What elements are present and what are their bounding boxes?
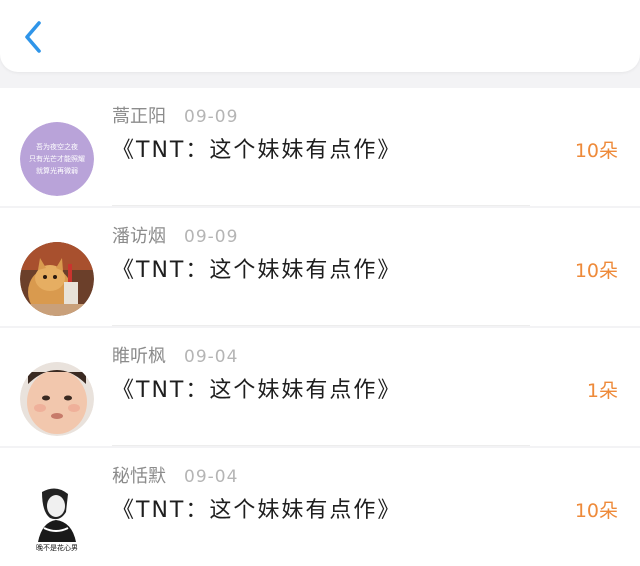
name-line: 秘恬默 09-04	[112, 462, 238, 490]
chevron-left-icon	[25, 21, 41, 53]
name-line: 蒿正阳 09-09	[112, 102, 238, 130]
top-navigation-bar	[0, 0, 640, 72]
avatar-caption-line: 晚不是花心男	[36, 543, 78, 552]
user-name[interactable]: 潘访烟	[112, 222, 166, 248]
name-line: 睢听枫 09-04	[112, 342, 238, 370]
avatar-caption-line: 吾为夜空之夜	[36, 142, 78, 151]
avatar-image: 吾为夜空之夜 只有光芒才能照耀 就算光再微弱	[20, 122, 94, 196]
avatar-image	[20, 362, 94, 436]
avatar-caption-line: 只有光芒才能照耀	[29, 154, 85, 163]
row-divider	[112, 205, 530, 206]
avatar[interactable]	[20, 362, 94, 436]
avatar-image: 晚不是花心男	[20, 482, 94, 556]
row-divider	[112, 445, 530, 446]
gift-record-list: 吾为夜空之夜 只有光芒才能照耀 就算光再微弱 蒿正阳 09-09 《TNT：这个…	[0, 88, 640, 566]
avatar[interactable]	[20, 242, 94, 316]
list-item[interactable]: 睢听枫 09-04 《TNT：这个妹妹有点作》 1朵	[0, 328, 640, 446]
book-title[interactable]: 《TNT：这个妹妹有点作》	[112, 132, 401, 164]
book-title[interactable]: 《TNT：这个妹妹有点作》	[112, 372, 401, 404]
gift-amount: 10朵	[574, 500, 618, 522]
user-name[interactable]: 蒿正阳	[112, 102, 166, 128]
avatar[interactable]: 吾为夜空之夜 只有光芒才能照耀 就算光再微弱	[20, 122, 94, 196]
row-divider	[112, 325, 530, 326]
avatar-image	[20, 242, 94, 316]
gift-date: 09-04	[184, 467, 239, 487]
avatar[interactable]: 晚不是花心男	[20, 482, 94, 556]
list-item[interactable]: 潘访烟 09-09 《TNT：这个妹妹有点作》 10朵	[0, 208, 640, 326]
list-item[interactable]: 晚不是花心男 秘恬默 09-04 《TNT：这个妹妹有点作》 10朵	[0, 448, 640, 566]
gift-amount: 10朵	[574, 260, 618, 282]
book-title[interactable]: 《TNT：这个妹妹有点作》	[112, 252, 401, 284]
user-name[interactable]: 睢听枫	[112, 342, 166, 368]
name-line: 潘访烟 09-09	[112, 222, 238, 250]
avatar-caption-line: 就算光再微弱	[36, 166, 78, 175]
list-item[interactable]: 吾为夜空之夜 只有光芒才能照耀 就算光再微弱 蒿正阳 09-09 《TNT：这个…	[0, 88, 640, 206]
book-title[interactable]: 《TNT：这个妹妹有点作》	[112, 492, 401, 524]
gift-amount: 1朵	[586, 380, 618, 402]
back-button[interactable]	[18, 20, 48, 54]
gift-amount: 10朵	[574, 140, 618, 162]
gift-date: 09-09	[184, 227, 239, 247]
gift-date: 09-09	[184, 107, 239, 127]
user-name[interactable]: 秘恬默	[112, 462, 166, 488]
gift-date: 09-04	[184, 347, 239, 367]
